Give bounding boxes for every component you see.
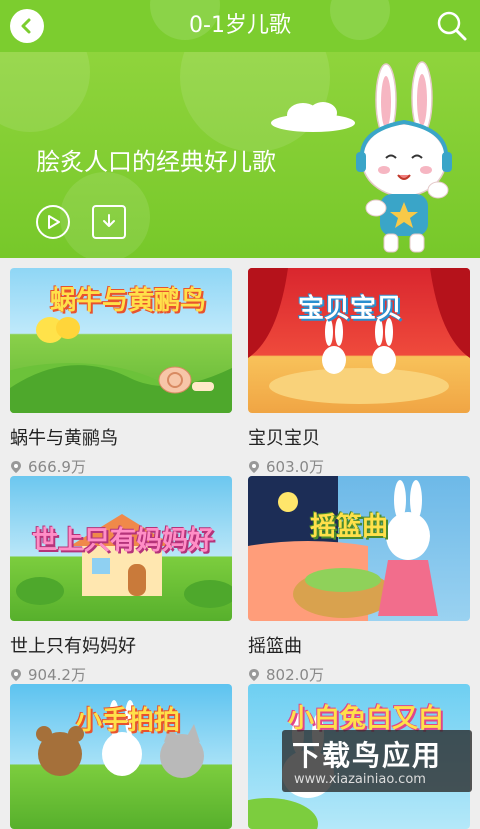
- page-title: 0-1岁儿歌: [189, 13, 291, 38]
- song-thumbnail[interactable]: 蜗牛与黄鹂鸟: [10, 268, 232, 413]
- play-count: 603.0万: [248, 456, 324, 477]
- decor-bubble: [0, 52, 90, 132]
- play-count-icon: [11, 668, 21, 681]
- play-count-icon: [11, 460, 21, 473]
- play-button[interactable]: [36, 205, 70, 239]
- thumbnail-title: 小手拍拍: [76, 706, 181, 736]
- download-button[interactable]: [92, 205, 126, 239]
- watermark: 下载鸟应用 www.xiazainiao.com: [282, 730, 472, 792]
- cloud-illustration: [271, 102, 355, 132]
- search-icon: [437, 11, 467, 41]
- play-count-value: 802.0万: [266, 666, 324, 684]
- song-title: 世上只有妈妈好: [10, 636, 136, 657]
- chevron-left-icon: [21, 18, 31, 34]
- banner-headline: 脍炙人口的经典好儿歌: [36, 148, 276, 176]
- back-button[interactable]: [10, 9, 44, 43]
- song-title: 蜗牛与黄鹂鸟: [10, 428, 118, 449]
- song-thumbnail[interactable]: 世上只有妈妈好: [10, 476, 232, 621]
- play-count-value: 666.9万: [28, 458, 86, 476]
- play-count-icon: [249, 460, 259, 473]
- play-icon: [48, 215, 60, 229]
- top-bar: 0-1岁儿歌: [0, 0, 480, 52]
- play-count: 802.0万: [248, 664, 324, 685]
- thumbnail-title: 宝贝宝贝: [298, 294, 403, 324]
- thumbnail-title: 世上只有妈妈好: [32, 526, 215, 556]
- play-count-value: 603.0万: [266, 458, 324, 476]
- song-title: 摇篮曲: [248, 636, 302, 657]
- watermark-text: 下载鸟应用: [292, 739, 443, 772]
- banner[interactable]: 脍炙人口的经典好儿歌: [0, 52, 480, 258]
- song-title: 宝贝宝贝: [248, 428, 320, 449]
- song-thumbnail[interactable]: 小手拍拍: [10, 684, 232, 829]
- play-count: 666.9万: [10, 456, 86, 477]
- cradle-scene-illustration: [248, 476, 438, 621]
- search-button[interactable]: [434, 8, 470, 44]
- thumbnail-title: 摇篮曲: [310, 512, 389, 542]
- watermark-url: www.xiazainiao.com: [294, 772, 426, 787]
- download-icon: [103, 214, 115, 227]
- play-count-value: 904.2万: [28, 666, 86, 684]
- song-thumbnail[interactable]: 摇篮曲: [248, 476, 470, 621]
- thumbnail-title: 蜗牛与黄鹂鸟: [50, 286, 207, 316]
- song-thumbnail[interactable]: 宝贝宝贝: [248, 268, 470, 413]
- play-count: 904.2万: [10, 664, 86, 685]
- play-count-icon: [249, 668, 259, 681]
- bunny-mascot-illustration: [356, 61, 452, 253]
